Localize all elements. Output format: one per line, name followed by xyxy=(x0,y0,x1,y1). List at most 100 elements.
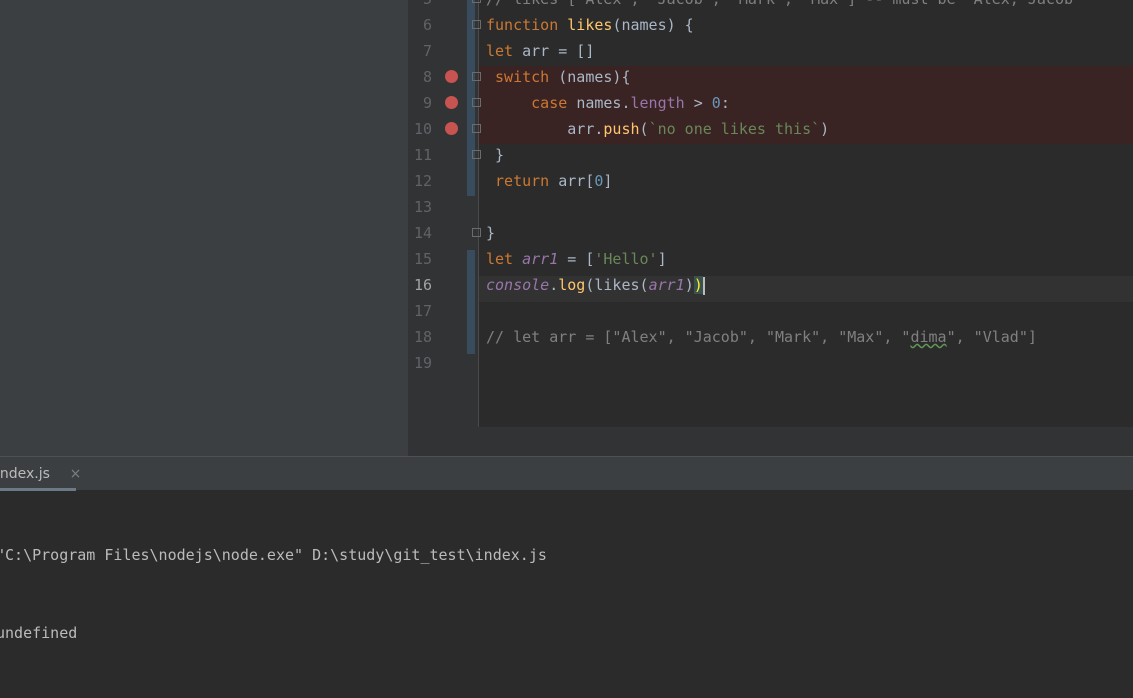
code-token: ) xyxy=(820,120,830,138)
code-token: } xyxy=(486,146,505,164)
fold-marker-icon[interactable] xyxy=(472,72,481,81)
code-text[interactable]: // let arr = ["Alex", "Jacob", "Mark", "… xyxy=(486,324,1037,350)
code-token: ] xyxy=(657,250,667,268)
matched-bracket: ) xyxy=(693,276,703,294)
fold-marker-icon[interactable] xyxy=(472,228,481,237)
line-number[interactable]: 12 xyxy=(408,168,432,194)
line-number[interactable]: 17 xyxy=(408,298,432,324)
console-output[interactable]: "C:\Program Files\nodejs\node.exe" D:\st… xyxy=(0,490,551,698)
close-icon[interactable]: × xyxy=(70,466,82,482)
code-line[interactable]: 19 xyxy=(408,350,1133,376)
code-token: (likes( xyxy=(585,276,649,294)
fold-marker-icon[interactable] xyxy=(472,150,481,159)
code-line[interactable]: 18 // let arr = ["Alex", "Jacob", "Mark",… xyxy=(408,324,1133,350)
console-line-output: undefined xyxy=(0,624,78,642)
line-number[interactable]: 18 xyxy=(408,324,432,350)
code-editor[interactable]: 5 // likes ["Alex", "Jacob", "Mark", "Max… xyxy=(408,0,1133,427)
code-text[interactable]: let arr = [] xyxy=(486,38,594,64)
run-panel: index.js × "C:\Program Files\nodejs\node… xyxy=(0,456,1133,642)
code-text[interactable]: let arr1 = ['Hello'] xyxy=(486,246,667,272)
code-text[interactable]: console.log(likes(arr1)) xyxy=(486,272,705,298)
breakpoint-icon[interactable] xyxy=(445,70,458,83)
code-token: 'Hello' xyxy=(594,250,658,268)
code-token: arr = [] xyxy=(522,42,595,60)
line-number[interactable]: 19 xyxy=(408,350,432,376)
code-line[interactable]: 6 function likes(names) { xyxy=(408,12,1133,38)
fold-marker-icon[interactable] xyxy=(472,98,481,107)
code-token: return xyxy=(495,172,559,190)
code-token: . xyxy=(549,276,559,294)
code-token: case xyxy=(531,94,577,112)
code-token: ] xyxy=(603,172,613,190)
breakpoint-icon[interactable] xyxy=(445,122,458,135)
line-number[interactable]: 15 xyxy=(408,246,432,272)
code-token: } xyxy=(486,224,496,242)
fold-marker-icon[interactable] xyxy=(472,0,481,3)
code-text[interactable]: function likes(names) { xyxy=(486,12,694,38)
text-caret xyxy=(702,276,705,295)
code-token: log xyxy=(558,276,586,294)
editor-bottom-strip xyxy=(408,427,1133,456)
console-line-command: "C:\Program Files\nodejs\node.exe" D:\st… xyxy=(0,546,547,564)
code-line[interactable]: 7 let arr = [] xyxy=(408,38,1133,64)
code-token: dima xyxy=(910,328,947,346)
code-text[interactable]: case names.length > 0: xyxy=(486,90,730,116)
line-number[interactable]: 11 xyxy=(408,142,432,168)
code-line[interactable]: 17 xyxy=(408,298,1133,324)
code-token: // let arr = ["Alex", "Jacob", "Mark", "… xyxy=(486,328,911,346)
code-line[interactable]: 13 xyxy=(408,194,1133,220)
code-token: = [ xyxy=(558,250,595,268)
line-number[interactable]: 10 xyxy=(408,116,432,142)
line-number[interactable]: 5 xyxy=(408,0,432,12)
code-token: 0 xyxy=(711,94,721,112)
code-line[interactable]: 16 console.log(likes(arr1)) xyxy=(408,272,1133,298)
code-token: `no one likes this` xyxy=(648,120,821,138)
code-token: push xyxy=(603,120,640,138)
fold-marker-icon[interactable] xyxy=(472,20,481,29)
run-tabs-bar: index.js × xyxy=(0,456,1133,491)
code-token: > xyxy=(684,94,712,112)
code-token: arr1 xyxy=(522,250,559,268)
line-number[interactable]: 9 xyxy=(408,90,432,116)
code-token: arr1 xyxy=(648,276,685,294)
code-token: console xyxy=(486,276,550,294)
code-text[interactable]: return arr[0] xyxy=(486,168,612,194)
code-token: // likes ["Alex", "Jacob", "Mark", "Max"… xyxy=(486,0,1073,8)
line-number[interactable]: 14 xyxy=(408,220,432,246)
code-token: likes xyxy=(567,16,613,34)
line-number[interactable]: 16 xyxy=(408,272,432,298)
code-line[interactable]: 9 case names.length > 0: xyxy=(408,90,1133,116)
code-line[interactable]: 15 let arr1 = ['Hello'] xyxy=(408,246,1133,272)
code-text[interactable]: // likes ["Alex", "Jacob", "Mark", "Max"… xyxy=(486,0,1073,12)
code-line[interactable]: 12 return arr[0] xyxy=(408,168,1133,194)
code-line[interactable]: 11 } xyxy=(408,142,1133,168)
code-token: arr. xyxy=(486,120,604,138)
code-token: switch xyxy=(495,68,559,86)
code-token: names. xyxy=(576,94,631,112)
code-line[interactable]: 14} xyxy=(408,220,1133,246)
code-token: ", "Vlad"] xyxy=(946,328,1037,346)
code-line[interactable]: 5 // likes ["Alex", "Jacob", "Mark", "Max… xyxy=(408,0,1133,12)
code-text[interactable]: switch (names){ xyxy=(486,64,631,90)
line-number[interactable]: 7 xyxy=(408,38,432,64)
code-text[interactable]: } xyxy=(486,142,504,168)
project-panel xyxy=(0,0,408,456)
code-text[interactable]: } xyxy=(486,220,495,246)
code-token: (names){ xyxy=(558,68,631,86)
run-tab-index-js[interactable]: index.js × xyxy=(0,457,93,491)
fold-marker-icon[interactable] xyxy=(472,124,481,133)
code-line[interactable]: 8 switch (names){ xyxy=(408,64,1133,90)
run-tab-label[interactable]: index.js xyxy=(0,466,50,482)
code-token: let xyxy=(486,42,523,60)
code-text[interactable]: arr.push(`no one likes this`) xyxy=(486,116,829,142)
line-number[interactable]: 6 xyxy=(408,12,432,38)
code-token: let xyxy=(486,250,523,268)
line-number[interactable]: 8 xyxy=(408,64,432,90)
code-token: length xyxy=(630,94,685,112)
line-number[interactable]: 13 xyxy=(408,194,432,220)
code-token: ) xyxy=(684,276,694,294)
breakpoint-icon[interactable] xyxy=(445,96,458,109)
code-line[interactable]: 10 arr.push(`no one likes this`) xyxy=(408,116,1133,142)
